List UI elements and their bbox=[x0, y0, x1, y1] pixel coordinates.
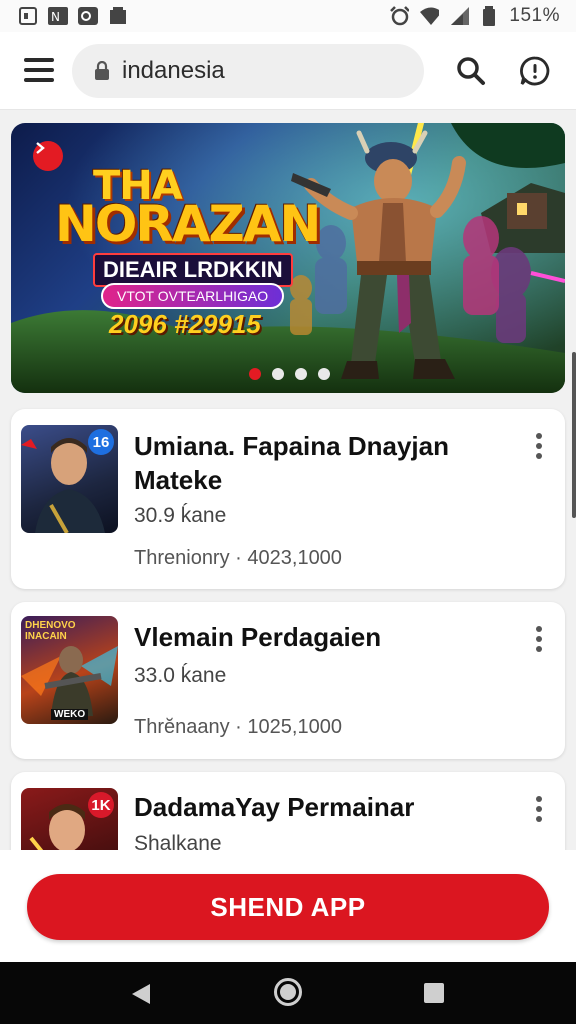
wifi-icon bbox=[419, 7, 440, 25]
more-options-icon[interactable] bbox=[535, 433, 543, 459]
app-meta: Threnionry · 4023,1000 bbox=[134, 547, 342, 570]
app-card[interactable]: DHENOVO INACAIN WEKO Vlemain Perdagaien … bbox=[11, 602, 565, 759]
more-options-icon[interactable] bbox=[535, 626, 543, 652]
carousel-indicator bbox=[249, 368, 330, 380]
back-icon[interactable] bbox=[130, 982, 154, 1006]
banner-numbers: 2096 #29915 bbox=[109, 309, 261, 339]
send-app-button[interactable]: SHEND APP bbox=[27, 874, 549, 940]
recent-apps-icon[interactable] bbox=[424, 983, 444, 1003]
address-bar[interactable]: indanesia bbox=[72, 44, 424, 98]
promo-banner[interactable]: THA NORAZAN DIEAIR LRDKKIN VTOT OVTEARLH… bbox=[11, 123, 565, 393]
app-card[interactable]: 16 Umiana. Fapaina Dnayjan Mateke 30.9 ḱ… bbox=[11, 409, 565, 589]
bottom-action-bar: SHEND APP bbox=[0, 850, 576, 962]
carousel-dot[interactable] bbox=[272, 368, 284, 380]
app-badge: 16 bbox=[88, 429, 114, 455]
nfc-icon: N bbox=[48, 7, 68, 25]
search-icon[interactable] bbox=[452, 52, 490, 90]
carousel-dot[interactable] bbox=[318, 368, 330, 380]
app-thumbnail: 16 bbox=[21, 425, 118, 533]
app-meta-label: Thrĕnaany bbox=[134, 716, 230, 738]
menu-icon[interactable] bbox=[24, 58, 54, 82]
carousel-dot[interactable] bbox=[249, 368, 261, 380]
status-bar: N 151% bbox=[0, 0, 576, 32]
url-text: indanesia bbox=[122, 57, 225, 84]
app-size: 30.9 ḱane bbox=[134, 504, 227, 527]
app-badge: 1K bbox=[88, 792, 114, 818]
battery-percentage: 151% bbox=[509, 5, 560, 26]
browser-toolbar: indanesia bbox=[0, 32, 576, 110]
app-size: 33.0 ḱane bbox=[134, 664, 227, 687]
meta-separator: · bbox=[229, 547, 248, 569]
banner-pill: VTOT OVTEARLHIGAO bbox=[101, 283, 285, 309]
signal-icon bbox=[449, 7, 470, 25]
meta-separator: · bbox=[229, 716, 248, 738]
carousel-dot[interactable] bbox=[295, 368, 307, 380]
banner-title-line2: NORAZAN bbox=[55, 195, 321, 253]
alarm-icon bbox=[389, 6, 410, 26]
sd-card-icon bbox=[108, 7, 128, 25]
play-icon[interactable] bbox=[33, 141, 63, 171]
app-title: Vlemain Perdagaien bbox=[134, 622, 382, 652]
banner-subtitle: DIEAIR LRDKKIN bbox=[93, 253, 293, 287]
thumbnail-title: DHENOVO INACAIN bbox=[25, 620, 76, 642]
cast-icon bbox=[78, 7, 98, 25]
screenshot-icon bbox=[18, 7, 38, 25]
app-title: Umiana. Fapaina Dnayjan Mateke bbox=[134, 431, 449, 495]
app-meta-value: 4023,1000 bbox=[247, 547, 342, 569]
app-thumbnail: DHENOVO INACAIN WEKO bbox=[21, 616, 118, 724]
app-meta: Thrĕnaany · 1025,1000 bbox=[134, 716, 342, 739]
lock-icon bbox=[95, 61, 109, 80]
app-meta-label: Threnionry bbox=[134, 547, 230, 569]
more-options-icon[interactable] bbox=[535, 796, 543, 822]
app-title: DadamaYay Permainar bbox=[134, 792, 415, 822]
app-meta-value: 1025,1000 bbox=[247, 716, 342, 738]
home-icon[interactable] bbox=[274, 978, 302, 1006]
thumbnail-caption: WEKO bbox=[51, 709, 89, 720]
svg-text:N: N bbox=[51, 10, 60, 24]
battery-icon bbox=[479, 6, 499, 26]
system-navigation-bar bbox=[0, 962, 576, 1024]
chat-icon[interactable] bbox=[516, 52, 554, 90]
scrollbar[interactable] bbox=[572, 352, 576, 518]
